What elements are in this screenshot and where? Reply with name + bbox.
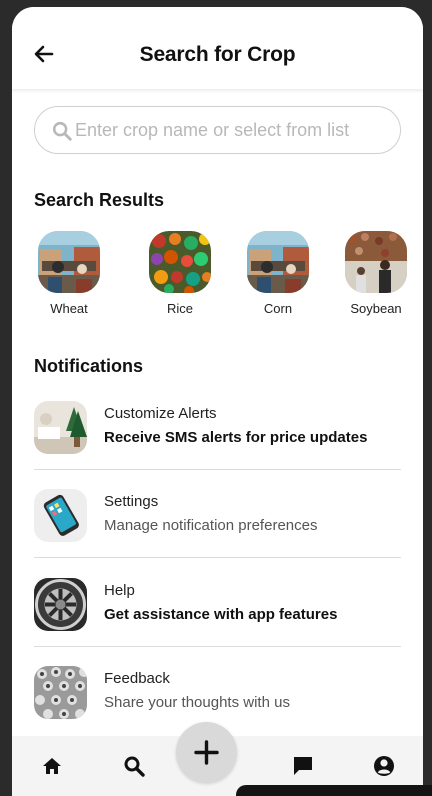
crop-thumbnail	[38, 231, 100, 293]
crop-label: Corn	[263, 301, 293, 316]
crop-thumbnail	[149, 231, 211, 293]
add-button[interactable]	[176, 722, 237, 783]
nav-messages[interactable]	[291, 754, 315, 778]
notification-item-settings[interactable]: Settings Manage notification preferences	[34, 489, 401, 577]
home-icon	[43, 758, 61, 774]
notification-item-customize-alerts[interactable]: Customize Alerts Receive SMS alerts for …	[34, 401, 401, 489]
search-results-heading: Search Results	[34, 190, 165, 210]
notifications-heading: Notifications	[34, 356, 144, 376]
app-screen: Search for Crop Search Results	[12, 7, 423, 796]
crop-thumbnail	[345, 231, 407, 293]
divider	[34, 469, 401, 470]
notification-subtitle: Get assistance with app features	[104, 606, 338, 623]
notification-thumbnail	[34, 578, 87, 631]
crop-item-corn[interactable]: Corn	[235, 231, 321, 316]
crop-item-wheat[interactable]: Wheat	[26, 231, 112, 316]
crop-item-rice[interactable]: Rice	[137, 231, 223, 316]
nav-account[interactable]	[372, 754, 396, 778]
divider	[34, 557, 401, 558]
crop-search-box[interactable]	[34, 106, 401, 154]
notification-subtitle: Receive SMS alerts for price updates	[104, 429, 368, 446]
page-title: Search for Crop	[139, 43, 296, 66]
notification-subtitle: Manage notification preferences	[104, 517, 318, 534]
crop-item-soybean[interactable]: Soybean	[333, 231, 419, 316]
notification-subtitle: Share your thoughts with us	[104, 694, 290, 711]
add-icon	[194, 740, 219, 765]
notification-thumbnail	[34, 489, 87, 542]
search-icon	[52, 121, 72, 141]
account-icon	[374, 756, 394, 776]
chat-icon	[294, 757, 312, 775]
notification-title: Help	[104, 582, 135, 599]
search-icon	[124, 756, 145, 777]
app-header: Search for Crop	[12, 7, 423, 89]
crop-label: Rice	[166, 301, 193, 316]
notification-title: Feedback	[104, 670, 170, 687]
notification-title: Customize Alerts	[104, 405, 217, 422]
crop-label: Wheat	[50, 301, 88, 316]
nav-search[interactable]	[122, 754, 146, 778]
crop-thumbnail	[247, 231, 309, 293]
notification-title: Settings	[104, 493, 159, 510]
nav-home[interactable]	[40, 754, 64, 778]
notification-thumbnail	[34, 666, 87, 719]
notification-thumbnail	[34, 401, 87, 454]
system-gesture-bar	[236, 785, 432, 796]
divider	[34, 646, 401, 647]
crop-results-list: Wheat Rice Corn Soybean	[26, 231, 421, 321]
notification-item-help[interactable]: Help Get assistance with app features	[34, 578, 401, 666]
crop-label: Soybean	[350, 301, 402, 316]
search-input[interactable]	[75, 113, 385, 147]
